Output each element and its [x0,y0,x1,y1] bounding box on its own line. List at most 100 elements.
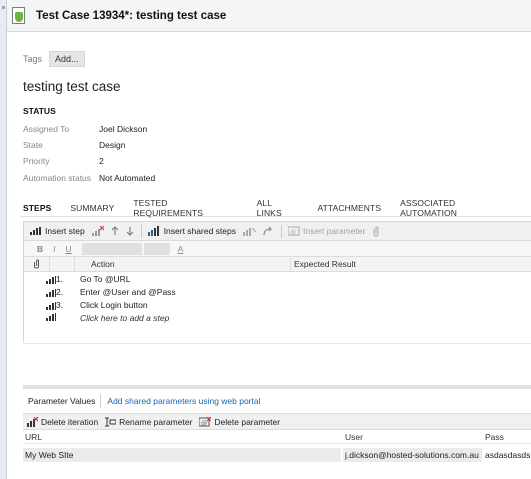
delete-parameter-button[interactable]: @ Delete parameter [199,416,280,427]
url-cell[interactable]: My Web SIte [23,448,341,462]
expected-result-column-header[interactable]: Expected Result [294,259,356,269]
parameter-values-tab[interactable]: Parameter Values [23,394,102,408]
step-action[interactable]: Go To @URL [80,274,131,284]
insert-shared-steps-button[interactable]: Insert shared steps [147,226,236,236]
insert-parameter-label: Insert parameter [302,226,366,236]
field-value[interactable]: Not Automated [99,173,155,183]
delete-parameter-icon: @ [199,416,212,427]
attachment-icon[interactable] [372,225,380,237]
assigned-to-field[interactable]: Assigned To Joel Dickson [23,124,147,134]
section-tabs: STEPS SUMMARY TESTED REQUIREMENTS ALL LI… [20,198,531,218]
font-size-select[interactable] [143,242,170,255]
add-step-row[interactable]: Click here to add a step [24,311,531,324]
field-value[interactable]: Design [99,140,125,150]
step-number-label: 3. [56,300,64,310]
status-heading: STATUS [23,106,56,116]
tab-attachments[interactable]: ATTACHMENTS [318,203,382,213]
tab-tested-requirements[interactable]: TESTED REQUIREMENTS [133,198,237,218]
insert-step-label: Insert step [45,226,85,236]
steps-editor: Insert step Insert shared steps @ Insert… [23,221,531,344]
insert-parameter-button[interactable]: @ Insert parameter [287,226,366,236]
open-shared-steps-icon[interactable] [263,226,274,236]
shared-steps-icon [147,226,159,236]
font-family-select[interactable] [81,242,142,255]
underline-button[interactable]: U [66,244,72,254]
move-down-icon[interactable] [126,226,134,236]
toolbar-divider [280,224,282,238]
step-row[interactable]: 1. Go To @URL [24,272,531,285]
tab-summary[interactable]: SUMMARY [70,203,114,213]
automation-status-field[interactable]: Automation status Not Automated [23,173,155,183]
step-icon [46,276,56,284]
step-action[interactable]: Enter @User and @Pass [80,287,176,297]
pass-cell[interactable]: asdasdasds [483,448,531,462]
steps-table-header: Action Expected Result [24,257,531,272]
step-action[interactable]: Click Login button [80,300,148,310]
step-icon [46,289,56,297]
step-row[interactable]: 2. Enter @User and @Pass [24,285,531,298]
parameters-table-header: URL User Pass [23,430,531,444]
window-title-bar: Test Case 13934*: testing test case [7,0,531,32]
insert-parameter-icon: @ [287,226,300,236]
action-column-header[interactable]: Action [91,259,115,269]
field-label: State [23,140,43,150]
parameters-toolbar: Delete iteration Rename parameter @ Dele… [23,413,531,430]
parameters-tabs: Parameter Values Add shared parameters u… [23,389,531,413]
tags-row: Tags Add... [23,51,85,67]
tab-associated-automation[interactable]: ASSOCIATED AUTOMATION [400,198,512,218]
add-tag-button[interactable]: Add... [49,51,85,67]
field-label: Assigned To [23,124,70,134]
state-field[interactable]: State Design [23,140,125,150]
create-shared-steps-icon[interactable] [242,226,256,236]
step-number: 1. [46,274,63,284]
svg-text:@: @ [201,420,207,427]
move-up-icon[interactable] [111,226,119,236]
field-value[interactable]: 2 [99,156,104,166]
tab-steps[interactable]: STEPS [23,203,51,213]
user-column-header[interactable]: User [345,432,363,442]
step-number-label: 2. [56,287,64,297]
step-icon [46,313,56,321]
pass-column-header[interactable]: Pass [485,432,504,442]
step-row[interactable]: 3. Click Login button [24,298,531,311]
font-color-button[interactable]: A [178,244,184,254]
parameter-row[interactable]: My Web SIte j.dickson@hosted-solutions.c… [23,448,531,462]
steps-toolbar: Insert step Insert shared steps @ Insert… [24,222,531,241]
priority-field[interactable]: Priority 2 [23,156,104,166]
delete-iteration-button[interactable]: Delete iteration [27,416,99,427]
rename-parameter-button[interactable]: Rename parameter [105,417,192,427]
field-label: Priority [23,156,50,166]
add-shared-parameters-link[interactable]: Add shared parameters using web portal [101,396,260,406]
insert-step-icon [30,227,42,235]
attachment-column-icon [33,259,40,271]
field-value[interactable]: Joel Dickson [99,124,147,134]
window-title: Test Case 13934*: testing test case [36,9,227,22]
rename-parameter-label: Rename parameter [119,416,193,427]
toolbar-divider [140,224,142,238]
delete-iteration-label: Delete iteration [41,416,99,427]
delete-iteration-icon [27,416,38,427]
test-case-title[interactable]: testing test case [23,79,121,94]
test-case-icon [10,6,28,26]
insert-shared-steps-label: Insert shared steps [163,226,236,236]
step-icon [46,302,56,310]
insert-step-button[interactable]: Insert step [30,226,85,236]
delete-step-icon[interactable] [91,226,104,236]
svg-text:@: @ [290,229,296,236]
step-number: 2. [46,287,63,297]
italic-button[interactable]: I [53,244,55,254]
steps-bottom-divider [24,343,531,344]
parameters-panel: Parameter Values Add shared parameters u… [23,385,531,479]
add-step-prompt[interactable]: Click here to add a step [80,313,169,323]
step-number-label: 1. [56,274,64,284]
field-label: Automation status [23,173,92,183]
user-cell[interactable]: j.dickson@hosted-solutions.com.au [343,448,482,462]
format-toolbar: B I U A [24,241,531,257]
tab-all-links[interactable]: ALL LINKS [257,198,299,218]
step-number [46,313,56,321]
left-collapse-strip[interactable] [0,0,7,479]
step-number: 3. [46,300,63,310]
url-column-header[interactable]: URL [25,432,42,442]
rename-parameter-icon [105,417,117,426]
bold-button[interactable]: B [37,244,43,254]
